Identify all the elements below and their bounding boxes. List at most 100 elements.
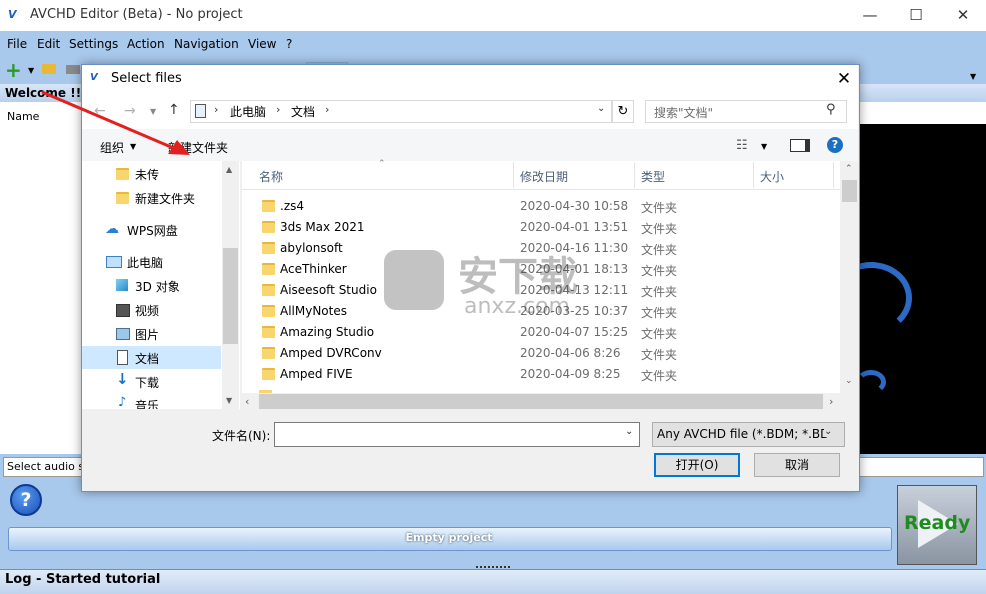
search-icon: ⚲ (826, 102, 836, 117)
file-list-vscrollbar-thumb[interactable] (842, 180, 857, 202)
menu-settings[interactable]: Settings (69, 37, 118, 51)
preview-pane-icon[interactable] (790, 139, 810, 152)
path-history-dropdown-icon[interactable]: ⌄ (597, 103, 605, 114)
watermark-shield-icon (384, 250, 444, 310)
nav-scrollbar-thumb[interactable] (223, 248, 238, 344)
progress-text: Empty project (405, 531, 493, 544)
help-icon[interactable]: ? (827, 137, 843, 153)
path-chevron-icon[interactable]: › (214, 103, 218, 116)
document-icon (117, 350, 128, 365)
folder-icon (262, 200, 275, 212)
refresh-button[interactable]: ↻ (612, 100, 634, 123)
file-row[interactable]: 3ds Max 2021 2020-04-01 13:51 文件夹 (242, 217, 840, 238)
download-icon: ↓ (116, 370, 129, 388)
column-modified[interactable]: 修改日期 (520, 168, 568, 185)
file-name: Amazing Studio (280, 325, 375, 339)
file-list-hscrollbar-thumb[interactable] (259, 394, 823, 409)
path-chevron-icon[interactable]: › (276, 103, 280, 116)
dialog-close-button[interactable]: ✕ (830, 65, 858, 93)
nav-item-3d-objects[interactable]: 3D 对象 (135, 278, 180, 295)
file-type: 文件夹 (641, 369, 678, 383)
file-row[interactable]: Amped DVRConv 2020-04-06 8:26 文件夹 (242, 343, 840, 364)
filter-dropdown-icon[interactable]: ⌄ (824, 426, 833, 437)
nav-item-videos[interactable]: 视频 (135, 302, 159, 319)
file-type: 文件夹 (641, 222, 678, 236)
nav-scroll-down-icon[interactable]: ▼ (226, 396, 232, 405)
nav-item-this-pc[interactable]: 此电脑 (127, 254, 163, 271)
menu-action[interactable]: Action (127, 37, 165, 51)
app-logo-icon: V (8, 8, 17, 21)
file-type-filter[interactable]: Any AVCHD file (*.BDM; *.BD (652, 422, 845, 447)
view-dropdown-icon[interactable]: ▼ (761, 142, 767, 151)
hscroll-left-icon[interactable]: ‹ (245, 395, 249, 408)
menu-edit[interactable]: Edit (37, 37, 60, 51)
menu-help[interactable]: ? (286, 37, 292, 51)
file-row[interactable]: Amped FIVE 2020-04-09 8:25 文件夹 (242, 364, 840, 385)
menu-navigation[interactable]: Navigation (174, 37, 239, 51)
open-folder-icon[interactable] (42, 64, 56, 74)
nav-item-documents[interactable]: 文档 (135, 350, 159, 367)
column-separator[interactable] (833, 162, 834, 188)
menu-file[interactable]: File (7, 37, 27, 51)
folder-icon (116, 168, 129, 180)
nav-item-wps-cloud[interactable]: WPS网盘 (127, 222, 178, 239)
search-input[interactable]: 搜索"文档" (654, 104, 713, 121)
name-column-header[interactable]: Name (7, 110, 39, 123)
file-type: 文件夹 (641, 264, 678, 278)
file-row[interactable]: .zs4 2020-04-30 10:58 文件夹 (242, 196, 840, 217)
path-this-pc[interactable]: 此电脑 (230, 103, 266, 120)
view-options-icon[interactable]: ☷ (736, 138, 748, 153)
nav-item-downloads[interactable]: 下载 (135, 374, 159, 391)
minimize-button[interactable]: — (847, 0, 893, 31)
hscroll-right-icon[interactable]: › (829, 395, 833, 408)
file-date: 2020-04-09 8:25 (520, 367, 621, 381)
toolbar-item-icon[interactable] (66, 65, 80, 74)
open-button[interactable]: 打开(O) (654, 453, 740, 477)
filename-input[interactable] (274, 422, 640, 447)
file-type: 文件夹 (641, 243, 678, 257)
vscroll-down-icon[interactable]: ⌄ (845, 376, 853, 386)
folder-icon (262, 347, 275, 359)
cancel-button[interactable]: 取消 (754, 453, 840, 477)
path-chevron-icon[interactable]: › (325, 103, 329, 116)
column-separator[interactable] (753, 162, 754, 188)
filename-label: 文件名(N): (212, 429, 271, 443)
column-size[interactable]: 大小 (760, 168, 784, 185)
filename-dropdown-icon[interactable]: ⌄ (625, 426, 633, 437)
nav-item-pictures[interactable]: 图片 (135, 326, 159, 343)
file-name: .zs4 (280, 199, 304, 213)
column-separator[interactable] (513, 162, 514, 188)
file-type: 文件夹 (641, 285, 678, 299)
path-documents[interactable]: 文档 (291, 103, 315, 120)
audio-stream-select[interactable]: Select audio str (3, 457, 88, 477)
file-name: abylonsoft (280, 241, 343, 255)
column-name[interactable]: 名称 (259, 168, 283, 185)
menu-view[interactable]: View (248, 37, 276, 51)
file-date: 2020-04-06 8:26 (520, 346, 621, 360)
dropdown-arrow-icon[interactable]: ▼ (28, 66, 34, 75)
subtitle-stream-field[interactable] (858, 457, 984, 477)
folder-icon (262, 242, 275, 254)
file-type: 文件夹 (641, 327, 678, 341)
maximize-button[interactable]: ☐ (893, 0, 939, 31)
picture-icon (116, 328, 130, 340)
splitter-grip[interactable] (476, 566, 510, 572)
nav-item-new-folder[interactable]: 新建文件夹 (135, 190, 195, 207)
dialog-title: Select files (111, 71, 182, 86)
file-row[interactable]: Amazing Studio 2020-04-07 15:25 文件夹 (242, 322, 840, 343)
ready-label: Ready (904, 512, 971, 534)
column-separator[interactable] (634, 162, 635, 188)
folder-icon (262, 368, 275, 380)
toolbar-dropdown-icon[interactable]: ▼ (970, 72, 976, 81)
add-icon[interactable]: + (5, 60, 22, 80)
vscroll-up-icon[interactable]: ⌃ (845, 164, 853, 174)
folder-icon (262, 305, 275, 317)
nav-item-untransferred[interactable]: 未传 (135, 166, 159, 183)
column-type[interactable]: 类型 (641, 168, 665, 185)
close-window-button[interactable]: ✕ (940, 0, 986, 31)
preview-graphic-small (856, 370, 886, 394)
nav-scroll-up-icon[interactable]: ▲ (226, 165, 232, 174)
nav-item-music[interactable]: 音乐 (135, 397, 159, 409)
file-type: 文件夹 (641, 306, 678, 320)
help-button[interactable]: ? (10, 484, 42, 516)
